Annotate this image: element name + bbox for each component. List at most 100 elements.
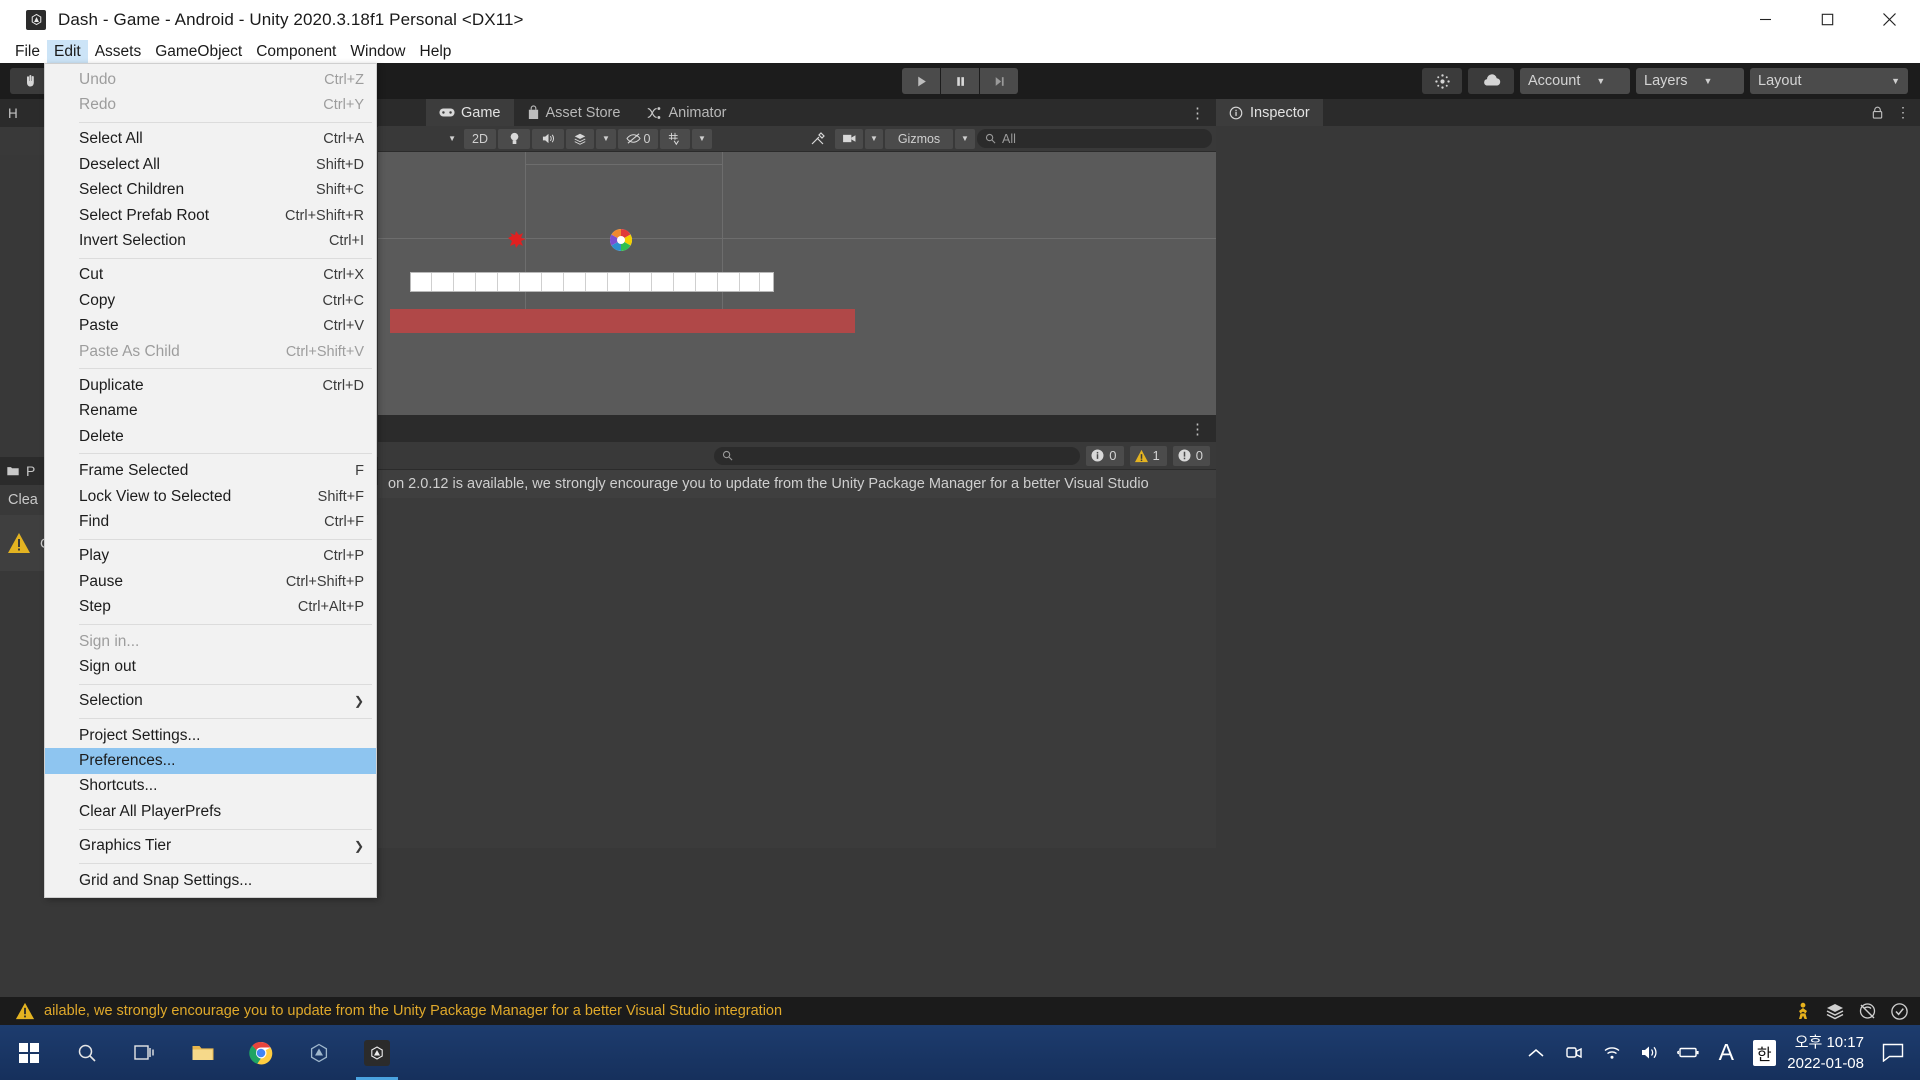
menu-file[interactable]: File bbox=[8, 40, 47, 63]
hidden-objects-toggle[interactable]: 0 bbox=[618, 128, 658, 149]
mute-audio-icon[interactable] bbox=[1852, 999, 1882, 1023]
ime-korean-icon[interactable]: 한 bbox=[1745, 1025, 1783, 1080]
taskbar-chrome[interactable] bbox=[232, 1025, 290, 1080]
lock-icon[interactable] bbox=[1871, 106, 1884, 120]
grid-toggle[interactable] bbox=[660, 128, 690, 149]
cloud-button[interactable] bbox=[1468, 68, 1514, 94]
camera-button[interactable] bbox=[835, 128, 863, 149]
taskbar-file-explorer[interactable] bbox=[174, 1025, 232, 1080]
account-dropdown[interactable]: Account ▼ bbox=[1520, 68, 1630, 94]
taskbar-task-view[interactable] bbox=[116, 1025, 174, 1080]
battery-icon[interactable] bbox=[1669, 1025, 1707, 1080]
minimize-button[interactable] bbox=[1734, 0, 1796, 40]
notification-icon[interactable] bbox=[1874, 1025, 1912, 1080]
game-viewport[interactable] bbox=[378, 152, 1216, 415]
layers-label: Layers bbox=[1644, 73, 1688, 89]
menu-window[interactable]: Window bbox=[343, 40, 412, 63]
game-view-more-options[interactable]: ⋮ bbox=[1190, 104, 1206, 122]
effects-toggle[interactable] bbox=[566, 128, 594, 149]
menu-edit[interactable]: Edit bbox=[46, 40, 88, 63]
hierarchy-tab-label[interactable]: H bbox=[8, 106, 18, 121]
menu-assets[interactable]: Assets bbox=[88, 40, 149, 63]
menu-item-clear-all-playerprefs[interactable]: Clear All PlayerPrefs bbox=[45, 799, 376, 824]
menu-item-select-prefab-root[interactable]: Select Prefab Root Ctrl+Shift+R bbox=[45, 203, 376, 228]
console-error-counter[interactable]: 0 bbox=[1172, 445, 1210, 466]
gizmos-search-input[interactable]: All bbox=[977, 129, 1212, 148]
taskbar-unity-editor[interactable] bbox=[348, 1025, 406, 1080]
menu-item-invert-selection[interactable]: Invert Selection Ctrl+I bbox=[45, 228, 376, 253]
effects-dropdown[interactable]: ▼ bbox=[596, 128, 616, 149]
project-tab-label[interactable]: P bbox=[26, 463, 35, 479]
play-icon bbox=[917, 76, 926, 86]
menu-item-lock-view-to-selected[interactable]: Lock View to Selected Shift+F bbox=[45, 484, 376, 509]
menu-item-deselect-all[interactable]: Deselect All Shift+D bbox=[45, 152, 376, 177]
maximize-button[interactable] bbox=[1796, 0, 1858, 40]
menu-item-sign-out[interactable]: Sign out bbox=[45, 654, 376, 679]
menu-item-pause[interactable]: Pause Ctrl+Shift+P bbox=[45, 569, 376, 594]
console-warning-counter[interactable]: 1 bbox=[1129, 445, 1167, 466]
character-icon[interactable] bbox=[1788, 999, 1818, 1023]
menu-item-cut[interactable]: Cut Ctrl+X bbox=[45, 263, 376, 288]
console-more-options[interactable]: ⋮ bbox=[1190, 420, 1206, 438]
windows-start-button[interactable] bbox=[0, 1025, 58, 1080]
menu-item-step[interactable]: Step Ctrl+Alt+P bbox=[45, 594, 376, 619]
menu-item-graphics-tier[interactable]: Graphics Tier ❯ bbox=[45, 834, 376, 859]
console-search-input[interactable] bbox=[714, 446, 1081, 465]
check-circle-icon[interactable] bbox=[1884, 999, 1914, 1023]
tab-inspector[interactable]: Inspector bbox=[1216, 99, 1323, 126]
clear-button[interactable]: Clea bbox=[8, 492, 38, 508]
menu-item-duplicate[interactable]: Duplicate Ctrl+D bbox=[45, 373, 376, 398]
menu-item-paste[interactable]: Paste Ctrl+V bbox=[45, 314, 376, 339]
tab-animator[interactable]: Animator bbox=[633, 99, 739, 126]
gizmos-button[interactable]: Gizmos bbox=[885, 128, 953, 149]
console-message-row[interactable]: on 2.0.12 is available, we strongly enco… bbox=[378, 470, 1216, 498]
menu-item-rename[interactable]: Rename bbox=[45, 399, 376, 424]
menu-gameobject[interactable]: GameObject bbox=[148, 40, 249, 63]
menu-item-find[interactable]: Find Ctrl+F bbox=[45, 509, 376, 534]
taskbar-unity-hub[interactable] bbox=[290, 1025, 348, 1080]
tab-game[interactable]: Game bbox=[426, 99, 514, 126]
unity-status-bar[interactable]: ailable, we strongly encourage you to up… bbox=[0, 997, 1920, 1025]
menu-item-play[interactable]: Play Ctrl+P bbox=[45, 544, 376, 569]
ime-letter-icon[interactable]: A bbox=[1707, 1025, 1745, 1080]
console-info-counter[interactable]: 0 bbox=[1086, 445, 1124, 466]
pause-button[interactable] bbox=[941, 68, 979, 94]
menu-item-preferences[interactable]: Preferences... bbox=[45, 748, 376, 774]
tools-button[interactable] bbox=[803, 129, 833, 149]
menu-item-shortcuts[interactable]: Shortcuts... bbox=[45, 774, 376, 799]
close-button[interactable] bbox=[1858, 0, 1920, 40]
wifi-icon[interactable] bbox=[1593, 1025, 1631, 1080]
taskbar-search[interactable] bbox=[58, 1025, 116, 1080]
menu-item-select-all[interactable]: Select All Ctrl+A bbox=[45, 127, 376, 152]
audio-toggle[interactable] bbox=[532, 128, 564, 149]
inspector-more-options[interactable]: ⋮ bbox=[1896, 104, 1910, 121]
menu-help[interactable]: Help bbox=[413, 40, 459, 63]
layers-dropdown[interactable]: Layers ▼ bbox=[1636, 68, 1744, 94]
menu-item-selection[interactable]: Selection ❯ bbox=[45, 689, 376, 714]
tab-asset-store[interactable]: Asset Store bbox=[514, 99, 634, 126]
step-button[interactable] bbox=[980, 68, 1018, 94]
layers-stack-icon[interactable] bbox=[1820, 999, 1850, 1023]
play-button[interactable] bbox=[902, 68, 940, 94]
gizmos-dropdown[interactable]: ▼ bbox=[955, 128, 975, 149]
mode-2d-toggle[interactable]: 2D bbox=[464, 128, 496, 149]
chevron-up-icon[interactable] bbox=[1517, 1025, 1555, 1080]
camera-record-icon[interactable] bbox=[1555, 1025, 1593, 1080]
taskbar-clock[interactable]: 오후 10:17 2022-01-08 bbox=[1783, 1032, 1874, 1074]
window-titlebar[interactable]: Dash - Game - Android - Unity 2020.3.18f… bbox=[0, 0, 1920, 40]
console-empty-area bbox=[378, 498, 1216, 848]
menu-item-grid-and-snap-settings[interactable]: Grid and Snap Settings... bbox=[45, 868, 376, 893]
menu-item-delete[interactable]: Delete bbox=[45, 424, 376, 449]
camera-dropdown[interactable]: ▼ bbox=[865, 128, 883, 149]
volume-icon[interactable] bbox=[1631, 1025, 1669, 1080]
aspect-dropdown[interactable]: ▼ bbox=[382, 129, 462, 149]
lighting-toggle[interactable] bbox=[498, 128, 530, 149]
menu-item-project-settings[interactable]: Project Settings... bbox=[45, 723, 376, 748]
menu-item-frame-selected[interactable]: Frame Selected F bbox=[45, 458, 376, 483]
menu-item-select-children[interactable]: Select Children Shift+C bbox=[45, 178, 376, 203]
menu-item-copy[interactable]: Copy Ctrl+C bbox=[45, 288, 376, 313]
services-button[interactable] bbox=[1422, 68, 1462, 94]
grid-dropdown[interactable]: ▼ bbox=[692, 128, 712, 149]
menu-component[interactable]: Component bbox=[249, 40, 343, 63]
layout-dropdown[interactable]: Layout ▼ bbox=[1750, 68, 1908, 94]
